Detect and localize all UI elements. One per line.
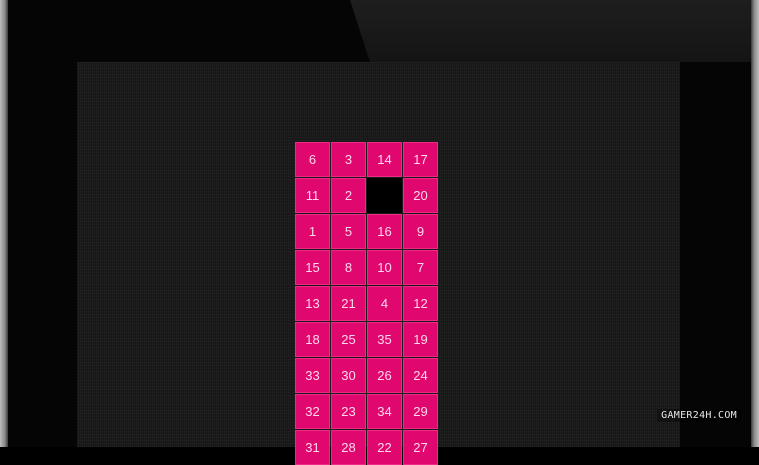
puzzle-tile[interactable]: 1 bbox=[295, 214, 330, 249]
puzzle-tile[interactable]: 12 bbox=[403, 286, 438, 321]
puzzle-tile[interactable]: 20 bbox=[403, 178, 438, 213]
header-gloss bbox=[350, 0, 751, 62]
puzzle-tile[interactable]: 7 bbox=[403, 250, 438, 285]
puzzle-tile[interactable]: 4 bbox=[367, 286, 402, 321]
puzzle-tile[interactable]: 16 bbox=[367, 214, 402, 249]
puzzle-tile[interactable]: 22 bbox=[367, 430, 402, 465]
puzzle-tile[interactable]: 5 bbox=[331, 214, 366, 249]
empty-slot bbox=[367, 178, 402, 213]
puzzle-tile[interactable]: 28 bbox=[331, 430, 366, 465]
puzzle-tile[interactable]: 3 bbox=[331, 142, 366, 177]
puzzle-tile[interactable]: 25 bbox=[331, 322, 366, 357]
puzzle-tile[interactable]: 29 bbox=[403, 394, 438, 429]
puzzle-tile[interactable]: 13 bbox=[295, 286, 330, 321]
sliding-puzzle-board: 6 3 14 17 11 2 20 1 5 16 9 15 8 10 7 13 21 4 12 18 25 35 19 33 3… bbox=[295, 142, 438, 465]
puzzle-tile[interactable]: 17 bbox=[403, 142, 438, 177]
puzzle-tile[interactable]: 11 bbox=[295, 178, 330, 213]
puzzle-tile[interactable]: 18 bbox=[295, 322, 330, 357]
puzzle-tile[interactable]: 2 bbox=[331, 178, 366, 213]
puzzle-tile[interactable]: 21 bbox=[331, 286, 366, 321]
right-bezel bbox=[751, 0, 759, 447]
game-window: 6 3 14 17 11 2 20 1 5 16 9 15 8 10 7 13 21 4 12 18 25 35 19 33 3… bbox=[0, 0, 759, 465]
puzzle-tile[interactable]: 8 bbox=[331, 250, 366, 285]
puzzle-tile[interactable]: 26 bbox=[367, 358, 402, 393]
puzzle-tile[interactable]: 24 bbox=[403, 358, 438, 393]
puzzle-tile[interactable]: 27 bbox=[403, 430, 438, 465]
game-stage: 6 3 14 17 11 2 20 1 5 16 9 15 8 10 7 13 21 4 12 18 25 35 19 33 3… bbox=[77, 62, 680, 465]
puzzle-tile[interactable]: 35 bbox=[367, 322, 402, 357]
puzzle-tile[interactable]: 9 bbox=[403, 214, 438, 249]
puzzle-tile[interactable]: 30 bbox=[331, 358, 366, 393]
puzzle-tile[interactable]: 23 bbox=[331, 394, 366, 429]
puzzle-tile[interactable]: 14 bbox=[367, 142, 402, 177]
puzzle-tile[interactable]: 33 bbox=[295, 358, 330, 393]
puzzle-tile[interactable]: 15 bbox=[295, 250, 330, 285]
puzzle-tile[interactable]: 34 bbox=[367, 394, 402, 429]
puzzle-tile[interactable]: 6 bbox=[295, 142, 330, 177]
site-watermark: GAMER24H.COM bbox=[657, 409, 741, 422]
puzzle-tile[interactable]: 32 bbox=[295, 394, 330, 429]
puzzle-tile[interactable]: 19 bbox=[403, 322, 438, 357]
puzzle-tile[interactable]: 10 bbox=[367, 250, 402, 285]
puzzle-tile[interactable]: 31 bbox=[295, 430, 330, 465]
left-bezel bbox=[0, 0, 8, 447]
